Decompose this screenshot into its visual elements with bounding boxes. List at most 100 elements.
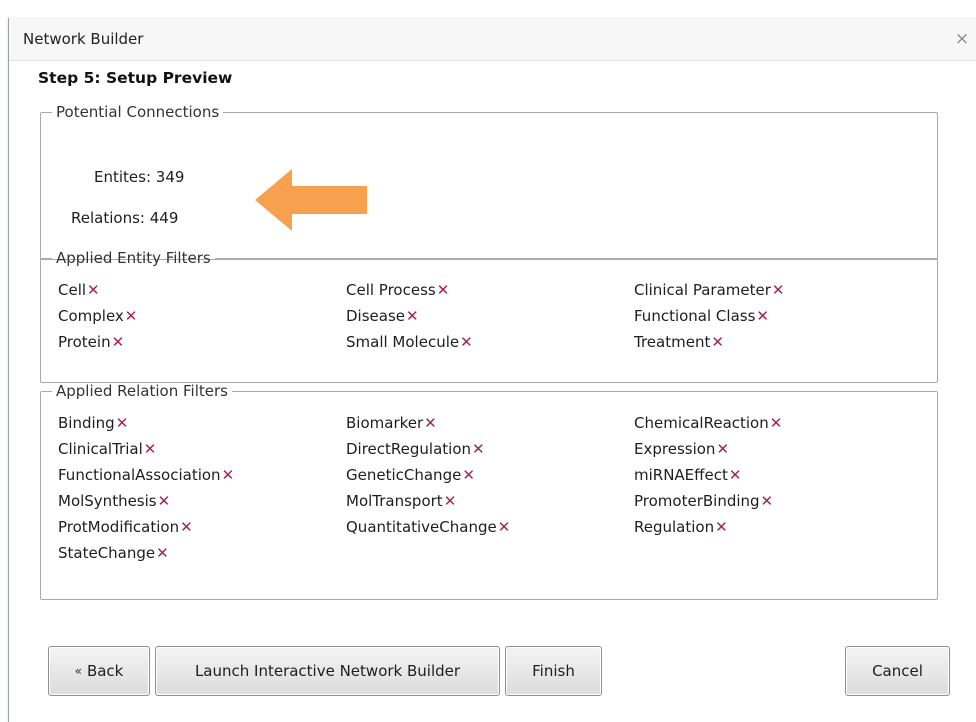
relation-filter-regulation: Regulation✕ bbox=[634, 514, 922, 540]
relation-filter-directregulation: DirectRegulation✕ bbox=[346, 436, 634, 462]
remove-x-icon[interactable]: ✕ bbox=[144, 440, 157, 458]
entity-filter-complex: Complex✕ bbox=[58, 303, 346, 329]
remove-x-icon[interactable]: ✕ bbox=[158, 492, 171, 510]
entity-filter-disease: Disease✕ bbox=[346, 303, 634, 329]
relation-filters-legend: Applied Relation Filters bbox=[56, 382, 228, 400]
filter-label: GeneticChange bbox=[346, 466, 462, 484]
filter-label: StateChange bbox=[58, 544, 156, 562]
potential-connections-legend: Potential Connections bbox=[56, 103, 220, 121]
remove-x-icon[interactable]: ✕ bbox=[406, 307, 419, 325]
relations-label: Relations: bbox=[71, 209, 145, 227]
remove-x-icon[interactable]: ✕ bbox=[116, 414, 129, 432]
remove-x-icon[interactable]: ✕ bbox=[711, 333, 724, 351]
cancel-button[interactable]: Cancel bbox=[845, 646, 950, 696]
remove-x-icon[interactable]: ✕ bbox=[715, 518, 728, 536]
close-icon[interactable]: × bbox=[947, 24, 976, 54]
entity-filter-cell-process: Cell Process✕ bbox=[346, 277, 634, 303]
filter-label: PromoterBinding bbox=[634, 492, 760, 510]
filter-label: ClinicalTrial bbox=[58, 440, 143, 458]
entity-filter-clinical-parameter: Clinical Parameter✕ bbox=[634, 277, 922, 303]
relation-filter-functionalassociation: FunctionalAssociation✕ bbox=[58, 462, 346, 488]
relations-stat: Relations: 449 bbox=[71, 209, 178, 227]
filter-label: ProtModification bbox=[58, 518, 180, 536]
remove-x-icon[interactable]: ✕ bbox=[444, 492, 457, 510]
remove-x-icon[interactable]: ✕ bbox=[156, 544, 169, 562]
relation-filter-quantitativechange: QuantitativeChange✕ bbox=[346, 514, 634, 540]
relation-filter-list: Binding✕ Biomarker✕ ChemicalReaction✕ Clini… bbox=[58, 410, 922, 566]
filter-label: FunctionalAssociation bbox=[58, 466, 221, 484]
potential-connections-group: Potential Connections Entites: 349 Relat… bbox=[40, 103, 938, 260]
back-button-label: Back bbox=[86, 662, 124, 680]
relation-filter-chemicalreaction: ChemicalReaction✕ bbox=[634, 410, 922, 436]
relation-filter-mirnaeffect: miRNAEffect✕ bbox=[634, 462, 922, 488]
remove-x-icon[interactable]: ✕ bbox=[772, 281, 785, 299]
remove-x-icon[interactable]: ✕ bbox=[437, 281, 450, 299]
entities-value: 349 bbox=[155, 168, 185, 186]
entity-filter-cell: Cell✕ bbox=[58, 277, 346, 303]
relation-filter-geneticchange: GeneticChange✕ bbox=[346, 462, 634, 488]
window-title: Network Builder bbox=[23, 30, 144, 48]
entities-stat: Entites: 349 bbox=[94, 168, 184, 186]
relations-value: 449 bbox=[149, 209, 179, 227]
entities-label: Entites: bbox=[94, 168, 152, 186]
back-chevron-icon: « bbox=[74, 664, 82, 678]
remove-x-icon[interactable]: ✕ bbox=[716, 440, 729, 458]
remove-x-icon[interactable]: ✕ bbox=[770, 414, 783, 432]
filter-label: Treatment bbox=[634, 333, 711, 351]
remove-x-icon[interactable]: ✕ bbox=[761, 492, 774, 510]
filter-label: Complex bbox=[58, 307, 124, 325]
filter-label: Disease bbox=[346, 307, 405, 325]
finish-button[interactable]: Finish bbox=[505, 646, 602, 696]
remove-x-icon[interactable]: ✕ bbox=[460, 333, 473, 351]
filter-label: Regulation bbox=[634, 518, 715, 536]
remove-x-icon[interactable]: ✕ bbox=[222, 466, 235, 484]
filter-label: MolTransport bbox=[346, 492, 443, 510]
remove-x-icon[interactable]: ✕ bbox=[462, 466, 475, 484]
remove-x-icon[interactable]: ✕ bbox=[112, 333, 125, 351]
arrow-left-icon bbox=[255, 169, 367, 231]
remove-x-icon[interactable]: ✕ bbox=[125, 307, 138, 325]
filter-label: miRNAEffect bbox=[634, 466, 728, 484]
relation-filter-statechange: StateChange✕ bbox=[58, 540, 346, 566]
step-title: Step 5: Setup Preview bbox=[38, 69, 233, 87]
entity-filter-small-molecule: Small Molecule✕ bbox=[346, 329, 634, 355]
filter-label: Expression bbox=[634, 440, 716, 458]
filter-label: Protein bbox=[58, 333, 111, 351]
remove-x-icon[interactable]: ✕ bbox=[756, 307, 769, 325]
remove-x-icon[interactable]: ✕ bbox=[472, 440, 485, 458]
entity-filter-protein: Protein✕ bbox=[58, 329, 346, 355]
relation-filter-expression: Expression✕ bbox=[634, 436, 922, 462]
remove-x-icon[interactable]: ✕ bbox=[424, 414, 437, 432]
relation-filter-promoterbinding: PromoterBinding✕ bbox=[634, 488, 922, 514]
remove-x-icon[interactable]: ✕ bbox=[498, 518, 511, 536]
remove-x-icon[interactable]: ✕ bbox=[180, 518, 193, 536]
relation-filter-molsynthesis: MolSynthesis✕ bbox=[58, 488, 346, 514]
relation-filter-moltransport: MolTransport✕ bbox=[346, 488, 634, 514]
filter-label: Biomarker bbox=[346, 414, 424, 432]
title-bar: Network Builder × bbox=[9, 18, 976, 61]
relation-filter-protmodification: ProtModification✕ bbox=[58, 514, 346, 540]
filter-label: MolSynthesis bbox=[58, 492, 157, 510]
entity-filters-group: Applied Entity Filters Cell✕ Cell Process… bbox=[40, 249, 938, 383]
filter-label: Functional Class bbox=[634, 307, 756, 325]
filter-label: ChemicalReaction bbox=[634, 414, 769, 432]
launch-network-builder-button[interactable]: Launch Interactive Network Builder bbox=[155, 646, 500, 696]
filter-label: Clinical Parameter bbox=[634, 281, 771, 299]
back-button[interactable]: « Back bbox=[48, 646, 150, 696]
remove-x-icon[interactable]: ✕ bbox=[87, 281, 100, 299]
relation-filter-clinicaltrial: ClinicalTrial✕ bbox=[58, 436, 346, 462]
filter-label: Cell bbox=[58, 281, 87, 299]
entity-filter-treatment: Treatment✕ bbox=[634, 329, 922, 355]
filter-label: Binding bbox=[58, 414, 115, 432]
filter-label: Cell Process bbox=[346, 281, 436, 299]
relation-filter-biomarker: Biomarker✕ bbox=[346, 410, 634, 436]
relation-filter-binding: Binding✕ bbox=[58, 410, 346, 436]
entity-filter-functional-class: Functional Class✕ bbox=[634, 303, 922, 329]
relation-filters-group: Applied Relation Filters Binding✕ Biomark… bbox=[40, 382, 938, 600]
filter-label: Small Molecule bbox=[346, 333, 460, 351]
filter-label: QuantitativeChange bbox=[346, 518, 497, 536]
remove-x-icon[interactable]: ✕ bbox=[729, 466, 742, 484]
entity-filters-legend: Applied Entity Filters bbox=[56, 249, 211, 267]
filter-label: DirectRegulation bbox=[346, 440, 472, 458]
entity-filter-list: Cell✕ Cell Process✕ Clinical Parameter✕ Com… bbox=[58, 277, 922, 355]
